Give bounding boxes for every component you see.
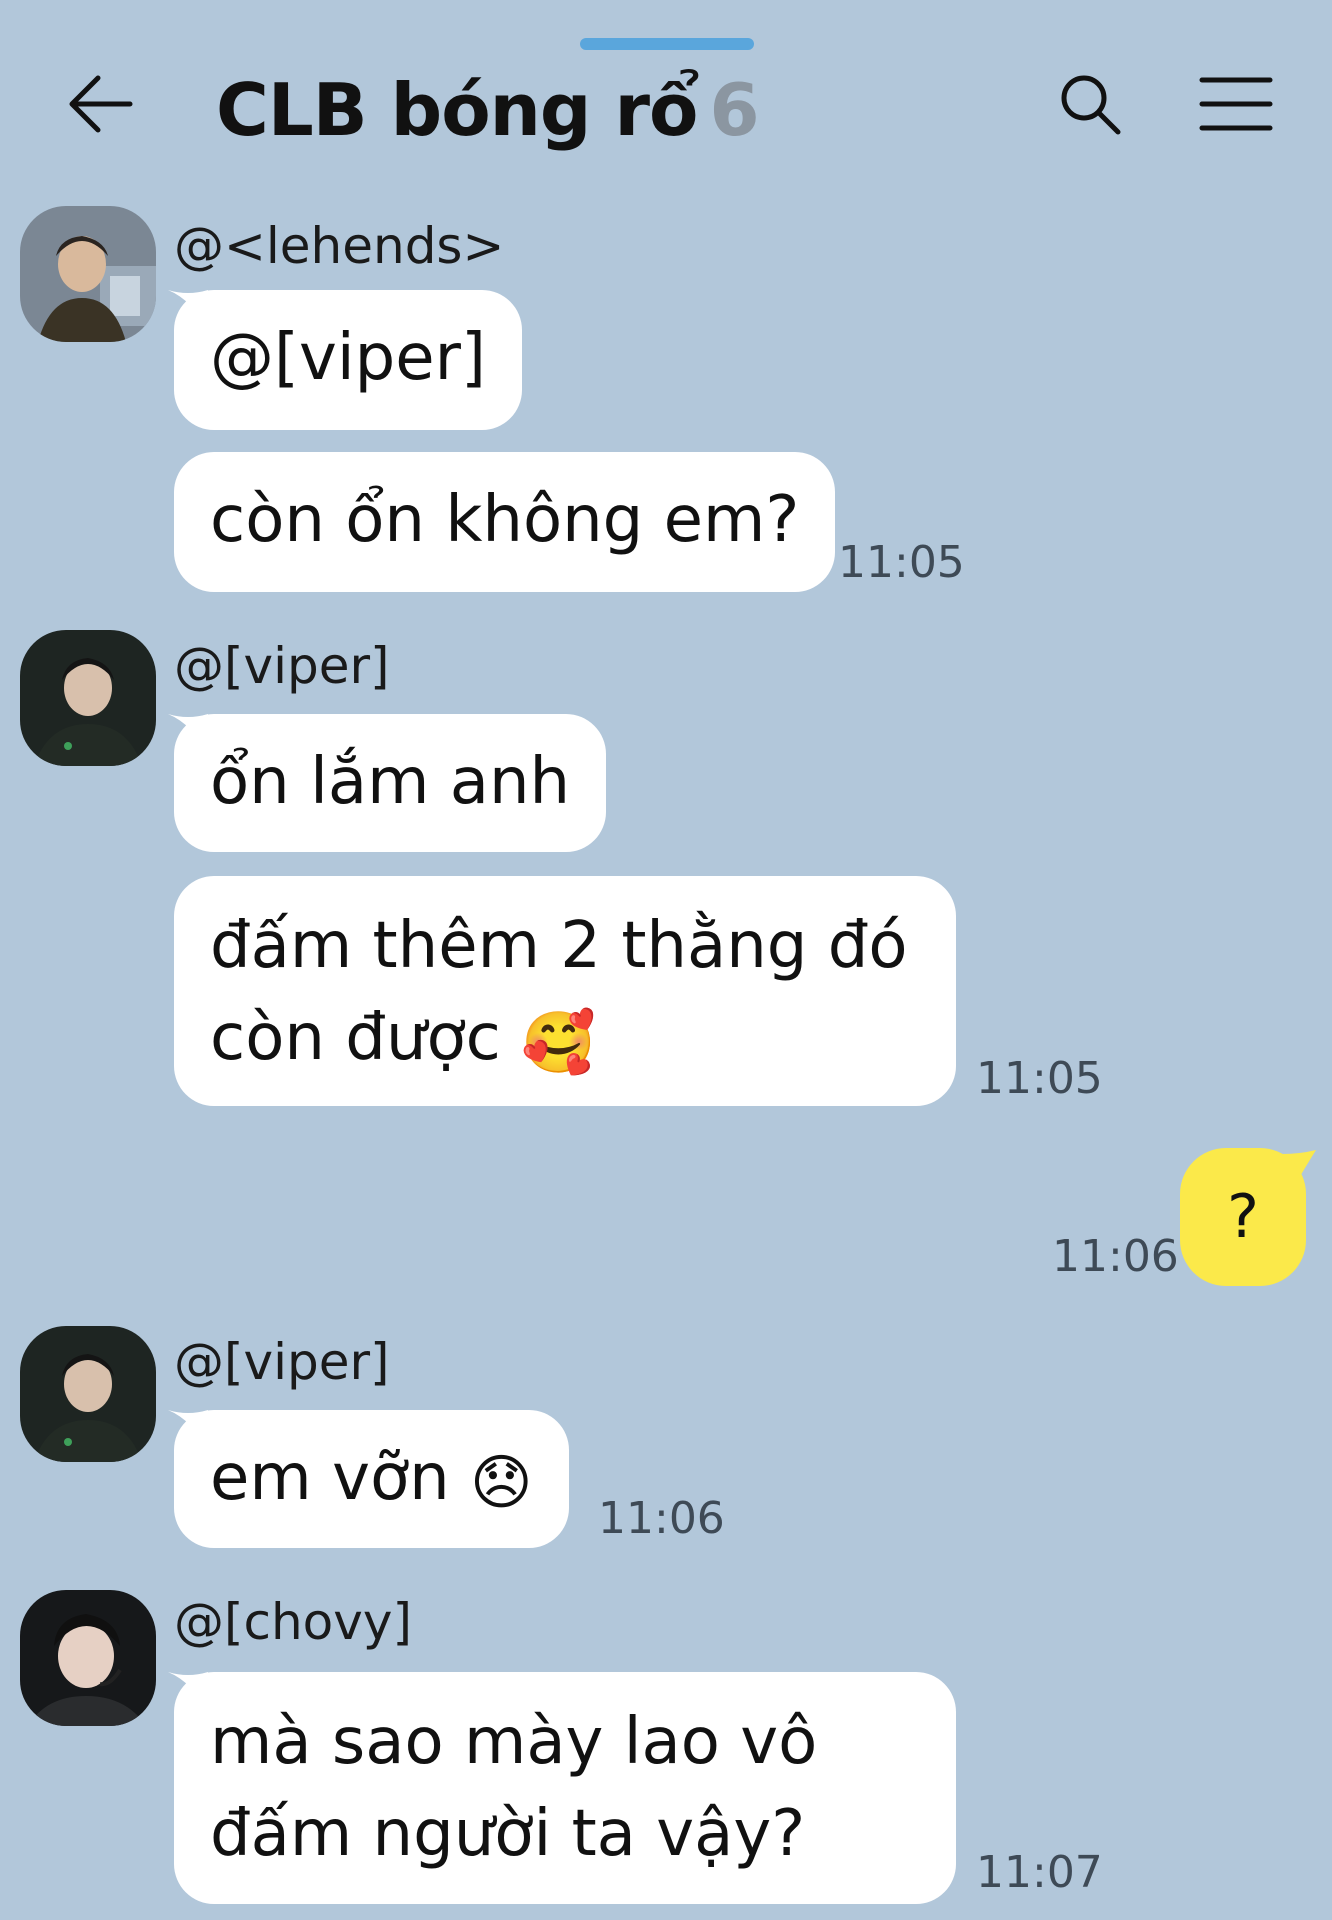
hamburger-menu-icon[interactable] bbox=[1196, 68, 1276, 140]
my-message-bubble[interactable]: ? bbox=[1180, 1148, 1306, 1286]
message-line: mà sao mày lao vô bbox=[210, 1705, 818, 1779]
group-name: CLB bóng rổ bbox=[216, 68, 699, 152]
message-time: 11:07 bbox=[976, 1847, 1103, 1898]
sender-name: @[chovy] bbox=[174, 1593, 412, 1651]
chat-header: CLB bóng rổ 6 bbox=[0, 50, 1332, 160]
sender-name: @<lehends> bbox=[174, 217, 505, 275]
smiling-face-with-hearts-emoji: 🥰 bbox=[521, 1008, 596, 1078]
avatar[interactable] bbox=[20, 1326, 156, 1462]
arrow-left-icon[interactable] bbox=[64, 68, 136, 140]
message-bubble[interactable]: còn ổn không em? bbox=[174, 452, 836, 592]
message-line: còn được 🥰 bbox=[210, 992, 920, 1089]
message-bubble[interactable]: @[viper] bbox=[174, 290, 522, 430]
sender-name: @[viper] bbox=[174, 637, 390, 695]
chat-title: CLB bóng rổ 6 bbox=[216, 60, 760, 160]
message-time: 11:06 bbox=[1052, 1231, 1179, 1282]
disappointed-face-emoji: 😞 bbox=[470, 1448, 533, 1518]
drag-handle[interactable] bbox=[580, 38, 754, 50]
message-time: 11:05 bbox=[976, 1053, 1103, 1104]
avatar[interactable] bbox=[20, 206, 156, 342]
message-line: đấm thêm 2 thằng đó bbox=[210, 909, 908, 983]
avatar[interactable] bbox=[20, 1590, 156, 1726]
message-line: đấm người ta vậy? bbox=[210, 1797, 806, 1871]
message-time: 11:05 bbox=[838, 537, 965, 588]
search-icon[interactable] bbox=[1054, 68, 1126, 140]
message-bubble[interactable]: em vỡn 😞 bbox=[174, 1410, 569, 1548]
message-text: còn được bbox=[210, 1001, 501, 1075]
message-bubble[interactable]: ổn lắm anh bbox=[174, 714, 607, 852]
avatar[interactable] bbox=[20, 630, 156, 766]
message-bubble[interactable]: đấm thêm 2 thằng đó còn được 🥰 bbox=[174, 876, 956, 1106]
message-time: 11:06 bbox=[598, 1493, 725, 1544]
message-bubble[interactable]: mà sao mày lao vô đấm người ta vậy? bbox=[174, 1672, 956, 1904]
sender-name: @[viper] bbox=[174, 1333, 390, 1391]
message-text: em vỡn bbox=[210, 1441, 450, 1515]
member-count: 6 bbox=[709, 68, 760, 152]
